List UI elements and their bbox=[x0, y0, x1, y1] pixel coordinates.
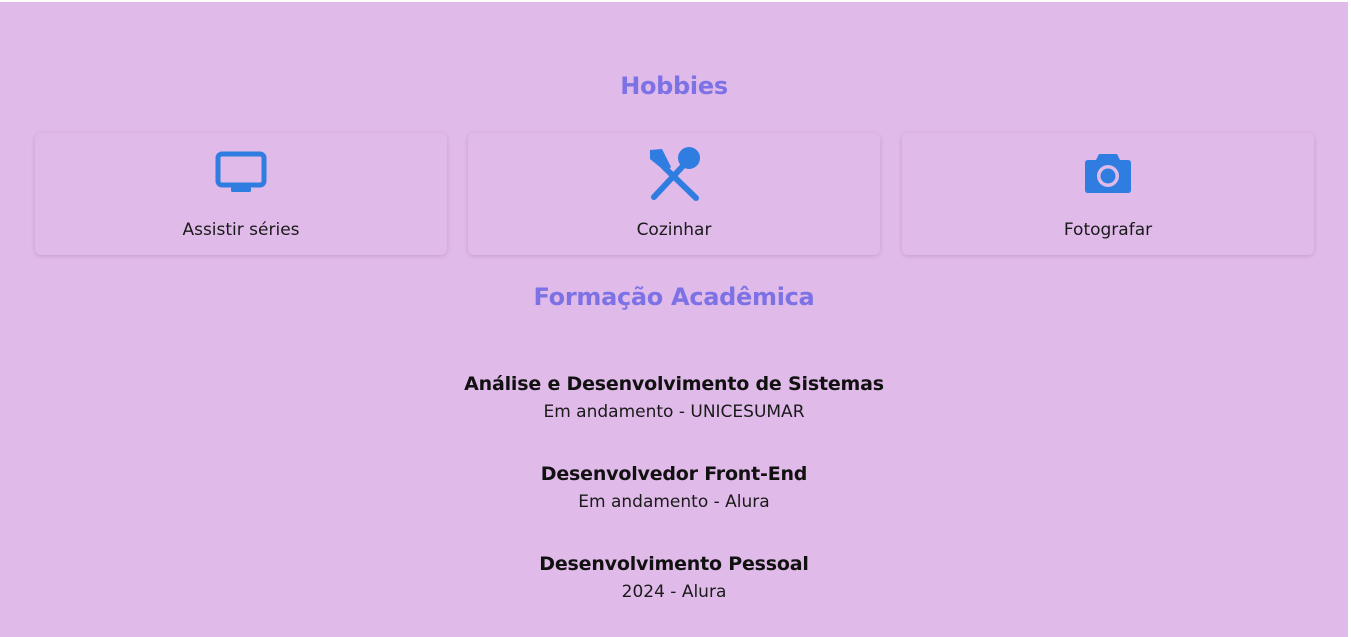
course-item: Desenvolvimento Pessoal 2024 - Alura bbox=[0, 553, 1348, 602]
course-item: Desenvolvedor Front-End Em andamento - A… bbox=[0, 463, 1348, 512]
course-name: Desenvolvedor Front-End bbox=[540, 463, 808, 485]
hobby-card-fotografar: Fotografar bbox=[902, 133, 1314, 255]
hobby-label: Fotografar bbox=[1063, 220, 1153, 240]
course-info: Em andamento - UNICESUMAR bbox=[543, 402, 805, 422]
camera-icon bbox=[1080, 145, 1136, 201]
utensils-icon bbox=[646, 145, 702, 201]
course-name: Análise e Desenvolvimento de Sistemas bbox=[464, 373, 884, 395]
course-info: Em andamento - Alura bbox=[578, 492, 770, 512]
course-name: Desenvolvimento Pessoal bbox=[539, 553, 809, 575]
formacao-title: Formação Acadêmica bbox=[533, 283, 815, 311]
hobby-card-cozinhar: Cozinhar bbox=[468, 133, 880, 255]
hobby-card-series: Assistir séries bbox=[35, 133, 447, 255]
hobbies-title: Hobbies bbox=[620, 72, 728, 100]
hobby-label: Assistir séries bbox=[182, 220, 300, 240]
page-background: Hobbies Assistir séries Cozinhar Fotogra… bbox=[0, 2, 1348, 637]
course-item: Análise e Desenvolvimento de Sistemas Em… bbox=[0, 373, 1348, 422]
tv-icon bbox=[213, 145, 269, 201]
hobby-label: Cozinhar bbox=[636, 220, 712, 240]
course-info: 2024 - Alura bbox=[621, 582, 727, 602]
